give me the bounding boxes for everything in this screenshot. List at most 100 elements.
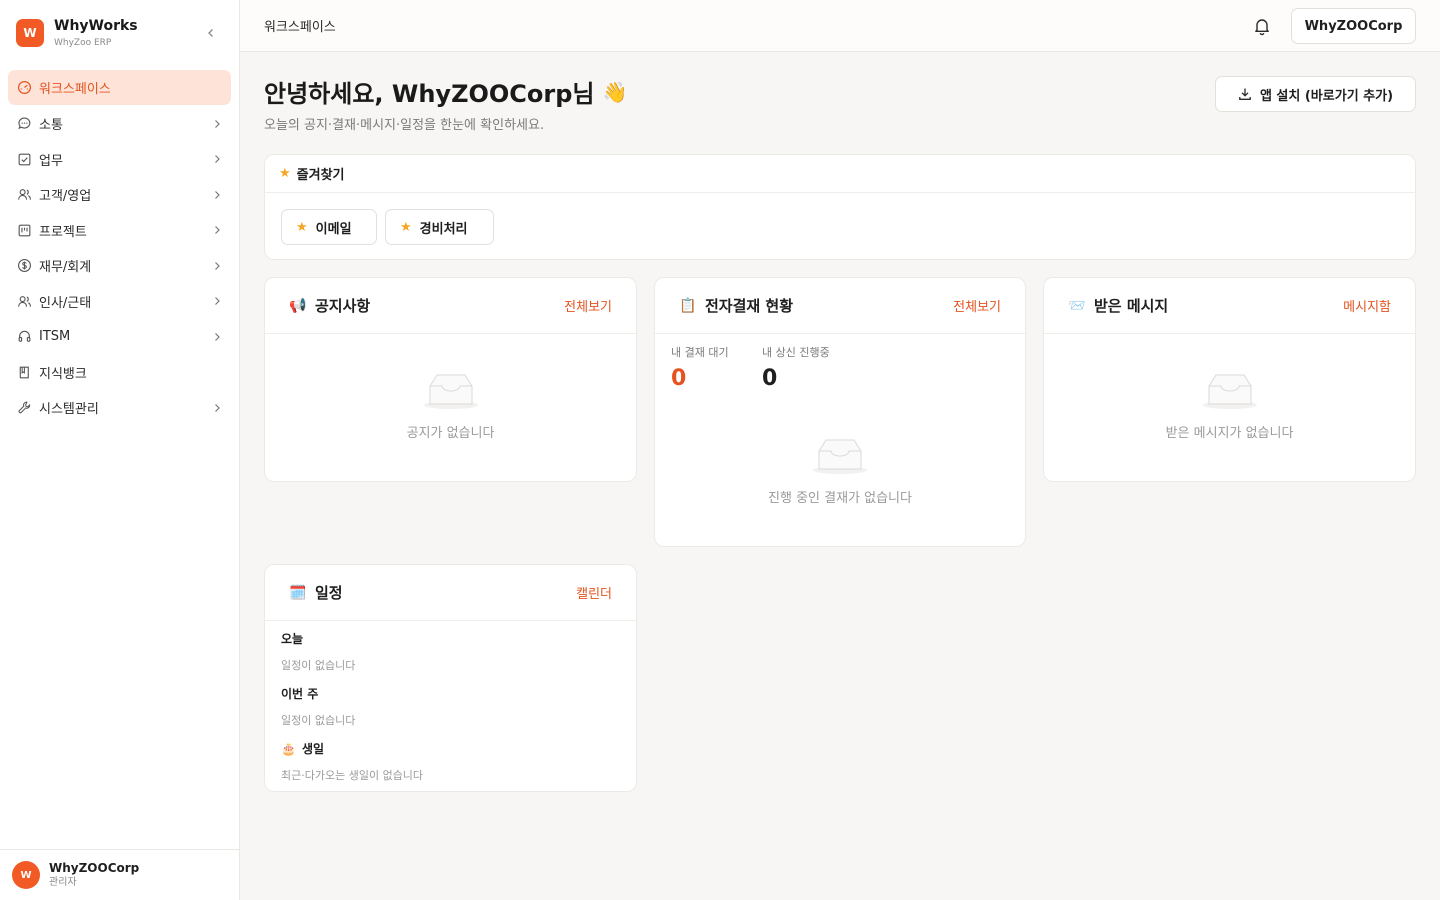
chevron-right-icon	[211, 224, 223, 236]
approval-title: 전자결재 현황	[705, 297, 794, 315]
approval-header: 📋 전자결재 현황 전체보기	[655, 278, 1025, 334]
sidebar-item-label: 시스템관리	[39, 402, 99, 418]
topbar: 워크스페이스 WhyZOOCorp	[240, 0, 1440, 52]
my-pending-value[interactable]: 0	[671, 366, 686, 391]
star-icon: ★	[279, 166, 291, 181]
sidebar-item-hr[interactable]: 인사/근태	[8, 284, 231, 320]
envelope-icon: 📨	[1068, 297, 1086, 314]
sidebar-item-label: 인사/근태	[39, 295, 92, 311]
star-icon: ★	[400, 219, 412, 235]
schedule-week-empty: 일정이 없습니다	[281, 714, 356, 727]
schedule-calendar-link[interactable]: 캘린더	[576, 583, 612, 602]
empty-inbox-icon	[813, 439, 867, 474]
install-app-button[interactable]: 앱 설치 (바로가기 추가)	[1215, 76, 1416, 112]
chevron-right-icon	[211, 189, 223, 201]
brand-subtitle: WhyZoo ERP	[54, 38, 112, 48]
empty-state-text: 진행 중인 결재가 없습니다	[768, 491, 912, 506]
dollar-icon	[16, 258, 32, 274]
favorite-label: 이메일	[315, 221, 352, 237]
sidebar: W WhyWorks WhyZoo ERP 워크스페이스 소통 업무 고객/영업…	[0, 0, 240, 900]
my-requested-label: 내 상신 진행중	[762, 346, 830, 359]
sidebar-item-itsm[interactable]: ITSM	[8, 319, 231, 355]
sidebar-item-tasks[interactable]: 업무	[8, 142, 231, 178]
clipboard-icon: 📋	[679, 297, 697, 314]
favorites-header: ★ 즐겨찾기	[265, 155, 1415, 193]
sidebar-item-label: 프로젝트	[39, 224, 87, 240]
sidebar-item-finance[interactable]: 재무/회계	[8, 248, 231, 284]
collapse-sidebar-button[interactable]	[202, 24, 220, 42]
user-role: 관리자	[49, 877, 77, 888]
download-icon	[1239, 88, 1251, 100]
empty-inbox-icon	[1202, 374, 1257, 409]
my-pending-label: 내 결재 대기	[671, 346, 729, 359]
page-title: 안녕하세요, WhyZOOCorp님 👋	[264, 74, 627, 109]
sidebar-item-knowledge[interactable]: 지식뱅크	[8, 355, 231, 391]
sidebar-item-communication[interactable]: 소통	[8, 106, 231, 142]
avatar: W	[12, 861, 40, 889]
schedule-title: 일정	[315, 584, 343, 602]
user-profile[interactable]: W WhyZOOCorp 관리자	[0, 849, 239, 900]
book-icon	[16, 364, 32, 380]
favorite-email[interactable]: ★ 이메일	[281, 209, 377, 245]
schedule-today-empty: 일정이 없습니다	[281, 659, 356, 672]
star-icon: ★	[296, 219, 308, 235]
messages-title: 받은 메시지	[1094, 297, 1169, 315]
waving-hand-icon: 👋	[602, 79, 628, 104]
messages-card: 📨 받은 메시지 메시지함 받은 메시지가 없습니다	[1043, 277, 1416, 482]
approval-card: 📋 전자결재 현황 전체보기 내 결재 대기 0 내 상신 진행중 0 진행 중…	[654, 277, 1026, 547]
approval-view-all-link[interactable]: 전체보기	[953, 296, 1001, 315]
greeting-text: 안녕하세요, WhyZOOCorp님	[264, 80, 595, 108]
empty-state-text: 받은 메시지가 없습니다	[1165, 426, 1294, 441]
empty-state-text: 공지가 없습니다	[406, 426, 495, 441]
favorites-card: ★ 즐겨찾기 ★ 이메일 ★ 경비처리	[264, 154, 1416, 260]
user-name: WhyZOOCorp	[49, 861, 140, 875]
kanban-icon	[16, 222, 32, 238]
bell-icon	[1255, 19, 1269, 36]
sidebar-item-label: 지식뱅크	[39, 366, 87, 382]
headset-icon	[16, 329, 32, 345]
chevron-right-icon	[211, 153, 223, 165]
sidebar-item-label: ITSM	[39, 329, 71, 345]
people-icon	[16, 293, 32, 309]
notices-title: 공지사항	[315, 297, 371, 315]
chevron-right-icon	[211, 331, 223, 343]
sidebar-item-label: 고객/영업	[39, 189, 92, 205]
chevron-right-icon	[211, 295, 223, 307]
chevron-left-icon	[208, 29, 213, 37]
brand-text: WhyWorks WhyZoo ERP	[54, 17, 138, 49]
my-requested-value[interactable]: 0	[762, 366, 777, 391]
favorite-expense[interactable]: ★ 경비처리	[385, 209, 494, 245]
sidebar-item-customers[interactable]: 고객/영업	[8, 177, 231, 213]
empty-inbox-icon	[423, 374, 478, 409]
checkbox-icon	[16, 151, 32, 167]
breadcrumb: 워크스페이스	[264, 20, 336, 35]
schedule-today-label: 오늘	[281, 632, 304, 646]
notices-card: 📢 공지사항 전체보기 공지가 없습니다	[264, 277, 637, 482]
page-subtitle: 오늘의 공지·결재·메시지·일정을 한눈에 확인하세요.	[264, 118, 545, 133]
schedule-birthday-empty: 최근·다가오는 생일이 없습니다	[281, 769, 424, 782]
schedule-birthday-section: 🎂 생일	[281, 740, 324, 757]
dashboard-icon	[16, 80, 32, 96]
sidebar-item-projects[interactable]: 프로젝트	[8, 213, 231, 249]
organization-button[interactable]: WhyZOOCorp	[1291, 8, 1416, 44]
notices-view-all-link[interactable]: 전체보기	[564, 296, 612, 315]
brand[interactable]: W WhyWorks WhyZoo ERP	[16, 16, 226, 50]
sidebar-item-label: 업무	[39, 153, 63, 169]
messages-header: 📨 받은 메시지 메시지함	[1044, 278, 1415, 334]
schedule-week-label: 이번 주	[281, 687, 319, 701]
brand-title: WhyWorks	[54, 18, 138, 34]
messages-empty-state: 받은 메시지가 없습니다	[1044, 370, 1415, 441]
sidebar-item-label: 재무/회계	[39, 260, 92, 276]
calendar-icon: 🗓️	[289, 584, 307, 601]
sidebar-nav: 워크스페이스 소통 업무 고객/영업 프로젝트 재무/회계 인사/근태 ITSM…	[8, 70, 231, 426]
chevron-right-icon	[211, 118, 223, 130]
schedule-card: 🗓️ 일정 캘린더 오늘 일정이 없습니다 이번 주 일정이 없습니다 🎂 생일…	[264, 564, 637, 792]
messages-inbox-link[interactable]: 메시지함	[1343, 296, 1391, 315]
cake-icon: 🎂	[281, 741, 296, 756]
sidebar-item-system[interactable]: 시스템관리	[8, 390, 231, 426]
sidebar-item-workspace[interactable]: 워크스페이스	[8, 70, 231, 105]
install-app-label: 앱 설치 (바로가기 추가)	[1259, 88, 1394, 104]
chat-icon	[16, 116, 32, 132]
notification-button[interactable]	[1252, 16, 1272, 36]
user-text: WhyZOOCorp 관리자	[49, 861, 139, 889]
